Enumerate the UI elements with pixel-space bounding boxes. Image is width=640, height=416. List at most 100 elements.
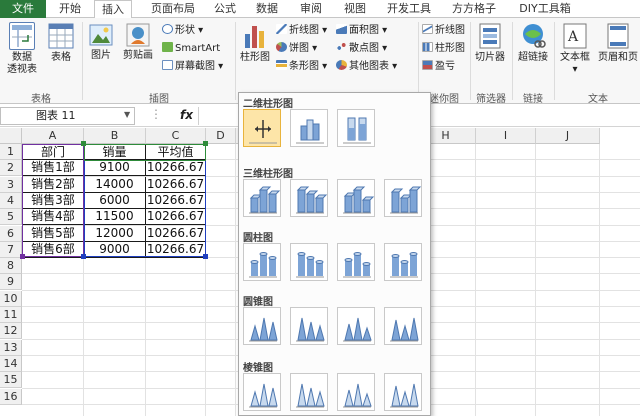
row-header-5[interactable]: 5 bbox=[0, 209, 22, 226]
line-chart-button[interactable]: 折线图 ▾ bbox=[276, 24, 327, 38]
sparkline-winloss-button[interactable]: 盈亏 bbox=[422, 60, 455, 74]
range-handle[interactable] bbox=[203, 254, 208, 259]
range-handle[interactable] bbox=[81, 141, 86, 146]
tab-fangfang[interactable]: 方方格子 bbox=[448, 0, 500, 18]
table-header-cell[interactable]: 销量 bbox=[84, 144, 146, 160]
table-header-cell[interactable]: 平均值 bbox=[146, 144, 206, 160]
row-header-13[interactable]: 13 bbox=[0, 339, 22, 356]
table-cell[interactable]: 销售1部 bbox=[22, 160, 84, 177]
chart-type-option[interactable] bbox=[337, 109, 375, 147]
chart-type-option[interactable] bbox=[384, 373, 422, 411]
sparkline-column-button[interactable]: 柱形图 bbox=[422, 42, 465, 56]
chart-type-option[interactable] bbox=[290, 109, 328, 147]
table-cell[interactable]: 销售2部 bbox=[22, 176, 84, 193]
row-header-14[interactable]: 14 bbox=[0, 355, 22, 372]
table-cell[interactable]: 10266.67 bbox=[146, 241, 206, 258]
column-header-D[interactable]: D bbox=[206, 128, 236, 144]
table-button[interactable]: 表格 bbox=[44, 22, 78, 64]
table-cell[interactable]: 10266.67 bbox=[146, 160, 206, 177]
tab-formulas[interactable]: 公式 bbox=[210, 0, 240, 18]
tab-file[interactable]: 文件 bbox=[0, 0, 46, 18]
tab-review[interactable]: 审阅 bbox=[296, 0, 326, 18]
select-all-corner[interactable] bbox=[0, 128, 22, 144]
row-header-3[interactable]: 3 bbox=[0, 176, 22, 193]
bar-chart-button[interactable]: 条形图 ▾ bbox=[276, 60, 327, 74]
table-cell[interactable]: 销售3部 bbox=[22, 192, 84, 209]
table-cell[interactable]: 销售4部 bbox=[22, 209, 84, 226]
table-cell[interactable]: 10266.67 bbox=[146, 176, 206, 193]
table-cell[interactable]: 12000 bbox=[84, 225, 146, 242]
chart-type-option[interactable] bbox=[290, 373, 328, 411]
row-header-7[interactable]: 7 bbox=[0, 241, 22, 258]
row-header-2[interactable]: 2 bbox=[0, 160, 22, 177]
row-header-12[interactable]: 12 bbox=[0, 323, 22, 340]
scatter-chart-button[interactable]: 散点图 ▾ bbox=[336, 42, 387, 56]
table-cell[interactable]: 10266.67 bbox=[146, 192, 206, 209]
chart-type-option[interactable] bbox=[243, 373, 281, 411]
row-header-8[interactable]: 8 bbox=[0, 258, 22, 275]
name-box-dropdown-icon[interactable]: ▼ bbox=[124, 110, 130, 119]
table-cell[interactable]: 销售6部 bbox=[22, 241, 84, 258]
chart-type-option[interactable] bbox=[243, 109, 281, 147]
name-box[interactable]: 图表 11 bbox=[0, 107, 135, 125]
column-header-C[interactable]: C bbox=[146, 128, 206, 144]
picture-button[interactable]: 图片 bbox=[86, 22, 116, 62]
chart-type-option[interactable] bbox=[337, 243, 375, 281]
pie-chart-button[interactable]: 饼图 ▾ bbox=[276, 42, 317, 56]
chart-type-option[interactable] bbox=[384, 307, 422, 345]
chart-type-option[interactable] bbox=[337, 307, 375, 345]
table-cell[interactable]: 9000 bbox=[84, 241, 146, 258]
range-handle[interactable] bbox=[20, 254, 25, 259]
column-header-A[interactable]: A bbox=[22, 128, 84, 144]
table-cell[interactable]: 9100 bbox=[84, 160, 146, 177]
other-charts-button[interactable]: 其他图表 ▾ bbox=[336, 60, 397, 74]
table-cell[interactable]: 6000 bbox=[84, 192, 146, 209]
row-header-16[interactable]: 16 bbox=[0, 388, 22, 405]
chart-type-option[interactable] bbox=[290, 179, 328, 217]
tab-view[interactable]: 视图 bbox=[340, 0, 370, 18]
table-cell[interactable]: 11500 bbox=[84, 209, 146, 226]
tab-developer[interactable]: 开发工具 bbox=[384, 0, 434, 18]
chart-type-option[interactable] bbox=[290, 307, 328, 345]
range-handle[interactable] bbox=[81, 254, 86, 259]
row-header-11[interactable]: 11 bbox=[0, 307, 22, 323]
table-cell[interactable]: 14000 bbox=[84, 176, 146, 193]
pivot-table-button[interactable]: 数据 透视表 bbox=[4, 22, 40, 76]
chart-type-option[interactable] bbox=[337, 179, 375, 217]
row-header-6[interactable]: 6 bbox=[0, 225, 22, 242]
chart-type-option[interactable] bbox=[384, 179, 422, 217]
sparkline-line-button[interactable]: 折线图 bbox=[422, 24, 465, 38]
table-cell[interactable]: 销售5部 bbox=[22, 225, 84, 242]
tab-home[interactable]: 开始 bbox=[52, 0, 88, 18]
header-footer-button[interactable]: 页眉和页 bbox=[596, 22, 640, 64]
tab-data[interactable]: 数据 bbox=[252, 0, 282, 18]
chart-type-option[interactable] bbox=[243, 307, 281, 345]
insert-function-button[interactable]: fx bbox=[180, 108, 193, 122]
row-header-1[interactable]: 1 bbox=[0, 144, 22, 160]
table-cell[interactable]: 10266.67 bbox=[146, 209, 206, 226]
tab-insert[interactable]: 插入 bbox=[94, 0, 132, 19]
tab-diy-toolbox[interactable]: DIY工具箱 bbox=[514, 0, 576, 18]
column-header-B[interactable]: B bbox=[84, 128, 146, 144]
screenshot-button[interactable]: 屏幕截图 ▾ bbox=[162, 60, 223, 74]
row-header-9[interactable]: 9 bbox=[0, 274, 22, 291]
chart-type-option[interactable] bbox=[243, 243, 281, 281]
column-chart-button[interactable]: 柱形图 bbox=[238, 22, 272, 64]
range-handle[interactable] bbox=[203, 141, 208, 146]
column-header-I[interactable]: I bbox=[476, 128, 536, 144]
table-header-cell[interactable]: 部门 bbox=[22, 144, 84, 160]
tab-page-layout[interactable]: 页面布局 bbox=[144, 0, 202, 18]
area-chart-button[interactable]: 面积图 ▾ bbox=[336, 24, 387, 38]
chart-type-option[interactable] bbox=[337, 373, 375, 411]
chart-type-option[interactable] bbox=[384, 243, 422, 281]
smartart-button[interactable]: SmartArt bbox=[162, 42, 220, 56]
slicer-button[interactable]: 切片器 bbox=[472, 22, 508, 64]
textbox-button[interactable]: A 文本框 ▾ bbox=[556, 22, 594, 76]
shapes-button[interactable]: 形状 ▾ bbox=[162, 24, 203, 38]
clipart-button[interactable]: 剪贴画 bbox=[120, 22, 156, 62]
row-header-15[interactable]: 15 bbox=[0, 372, 22, 389]
row-header-4[interactable]: 4 bbox=[0, 192, 22, 209]
column-header-J[interactable]: J bbox=[536, 128, 600, 144]
row-header-10[interactable]: 10 bbox=[0, 290, 22, 307]
chart-type-option[interactable] bbox=[290, 243, 328, 281]
